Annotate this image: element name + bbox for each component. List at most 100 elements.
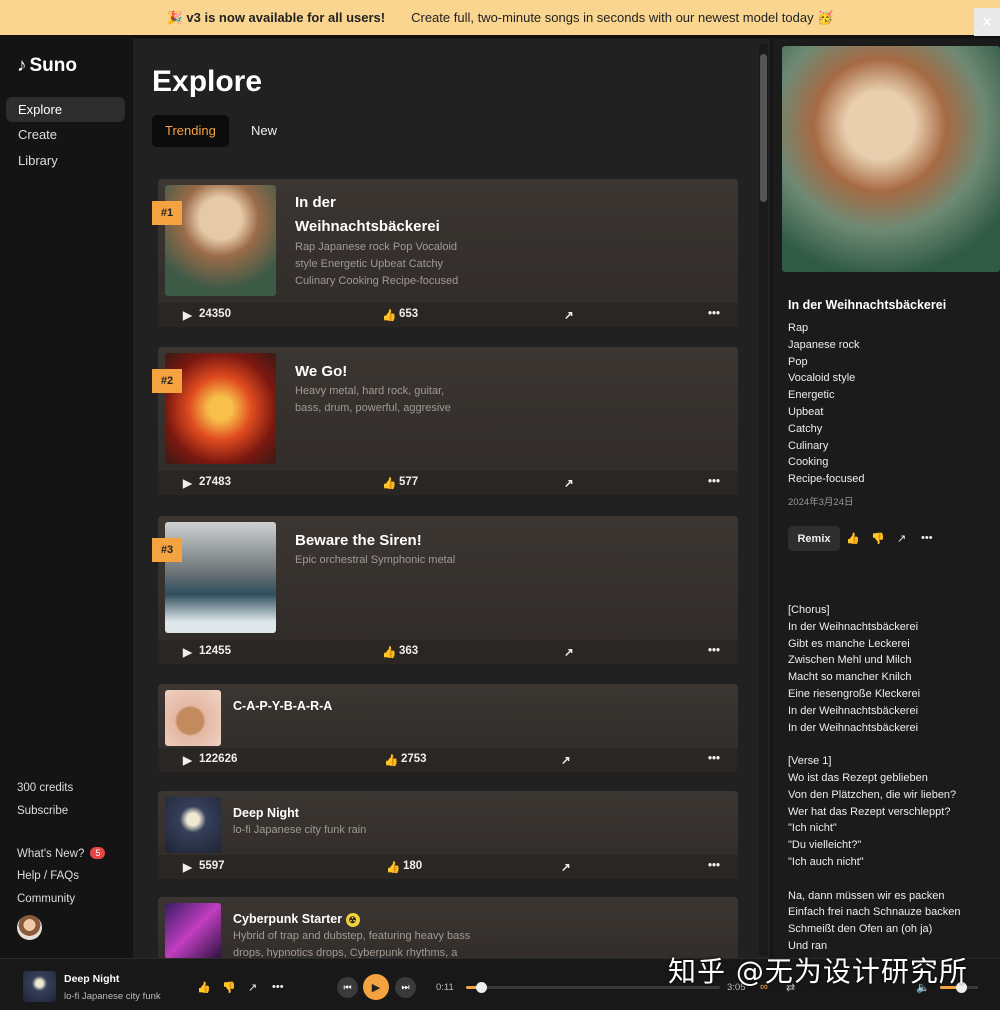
subscribe-link[interactable]: Subscribe — [17, 805, 68, 817]
avatar[interactable] — [17, 915, 42, 940]
dislike-icon[interactable]: 👎 — [222, 981, 236, 994]
song-title[interactable]: We Go! — [295, 360, 347, 384]
music-note-icon: ♪ — [17, 55, 27, 76]
share-icon[interactable]: ↗ — [564, 645, 574, 659]
play-icon[interactable]: ▶ — [183, 753, 192, 767]
share-icon[interactable]: ↗ — [248, 981, 257, 994]
share-icon[interactable]: ↗ — [561, 753, 571, 767]
tab-trending[interactable]: Trending — [152, 115, 229, 147]
sidebar: ♪ Suno Explore Create Library 300 credits… — [0, 39, 133, 958]
song-card[interactable]: Cyberpunk Starter ☢ Hybrid of trap and d… — [158, 897, 738, 958]
tag: Vocaloid style — [788, 372, 856, 385]
player-tags: lo-fi Japanese city funk — [64, 991, 161, 1002]
like-icon[interactable]: 👍 — [382, 308, 396, 322]
song-card[interactable]: Deep Night lo-fi Japanese city funk rain… — [158, 791, 738, 879]
tag: Rap — [788, 322, 809, 334]
progress-knob[interactable] — [476, 982, 488, 993]
watermark: 知乎 @无为设计研究所 — [668, 955, 968, 988]
credits-label: 300 credits — [17, 782, 74, 794]
song-tags: Rap Japanese rock Pop Vocaloid style Ene… — [295, 241, 459, 287]
scrollbar-thumb[interactable] — [760, 54, 767, 202]
banner-headline: 🎉 v3 is now available for all users! — [166, 9, 386, 25]
share-icon[interactable]: ↗ — [564, 308, 574, 322]
song-stats-bar: ▶ 27483 👍 577 ↗ ••• — [158, 471, 738, 495]
announcement-banner: 🎉 v3 is now available for all users! Cre… — [0, 0, 1000, 37]
tag: Energetic — [788, 389, 835, 402]
tag: Upbeat — [788, 405, 824, 418]
detail-date: 2024年3月24日 — [788, 497, 854, 508]
play-button[interactable]: ▶ — [363, 974, 389, 1000]
like-count: 363 — [399, 645, 419, 657]
logo[interactable]: ♪ Suno — [17, 55, 77, 77]
sidebar-item-explore[interactable]: Explore — [6, 97, 125, 122]
player-title[interactable]: Deep Night — [64, 973, 119, 985]
scrollbar[interactable] — [759, 44, 768, 956]
like-icon[interactable]: 👍 — [382, 476, 396, 490]
next-icon[interactable]: ⏭ — [395, 977, 416, 998]
lyrics: [Chorus] In der Weihnachtsbäckerei Gibt … — [788, 604, 961, 952]
play-icon[interactable]: ▶ — [183, 645, 192, 659]
like-count: 577 — [399, 476, 419, 488]
like-icon[interactable]: 👍 — [197, 981, 211, 994]
song-title[interactable]: Beware the Siren! — [295, 529, 422, 553]
banner-text: Create full, two-minute songs in seconds… — [411, 9, 834, 25]
like-count: 180 — [403, 860, 423, 872]
song-title[interactable]: In der Weihnachtsbäckerei — [295, 191, 465, 239]
sidebar-item-library[interactable]: Library — [6, 148, 125, 173]
tag: Catchy — [788, 422, 823, 435]
like-icon[interactable]: 👍 — [382, 645, 396, 659]
play-count: 12455 — [199, 645, 231, 657]
play-count: 24350 — [199, 308, 231, 320]
notification-badge: 5 — [90, 847, 106, 859]
song-card[interactable]: #1 In der Weihnachtsbäckerei Rap Japanes… — [152, 179, 738, 327]
like-icon[interactable]: 👍 — [846, 532, 860, 545]
tag: Recipe-focused — [788, 473, 865, 486]
sidebar-item-create[interactable]: Create — [6, 122, 125, 147]
song-tags: Epic orchestral Symphonic metal — [295, 554, 456, 566]
song-cover-large — [782, 46, 1000, 272]
song-stats-bar: ▶ 12455 👍 363 ↗ ••• — [158, 640, 738, 664]
more-icon[interactable]: ••• — [708, 645, 720, 657]
community-link[interactable]: Community — [17, 893, 75, 905]
share-icon[interactable]: ↗ — [564, 476, 574, 490]
more-icon[interactable]: ••• — [272, 981, 284, 993]
previous-icon[interactable]: ⏮ — [337, 977, 358, 998]
play-icon[interactable]: ▶ — [183, 476, 192, 490]
rank-badge: #1 — [152, 201, 182, 225]
like-count: 653 — [399, 308, 419, 320]
player-cover[interactable] — [23, 971, 56, 1002]
more-icon[interactable]: ••• — [708, 860, 720, 872]
more-icon[interactable]: ••• — [708, 753, 720, 765]
more-icon[interactable]: ••• — [708, 308, 720, 320]
detail-tags: Rap Japanese rock Pop Vocaloid style Ene… — [788, 320, 864, 488]
share-icon[interactable]: ↗ — [897, 532, 906, 545]
song-cover[interactable] — [165, 797, 221, 853]
dislike-icon[interactable]: 👎 — [871, 532, 885, 545]
close-icon[interactable]: ✕ — [974, 8, 1000, 36]
elapsed-time: 0:11 — [436, 982, 454, 993]
song-cover[interactable] — [165, 903, 221, 958]
remix-button[interactable]: Remix — [788, 526, 840, 551]
help-link[interactable]: Help / FAQs — [17, 870, 79, 882]
more-icon[interactable]: ••• — [708, 476, 720, 488]
tab-new[interactable]: New — [238, 115, 290, 147]
song-cover[interactable] — [165, 690, 221, 746]
like-icon[interactable]: 👍 — [384, 753, 398, 767]
whats-new-link[interactable]: What's New? 5 — [17, 847, 106, 860]
tag: Pop — [788, 355, 808, 368]
tag: Cooking — [788, 456, 829, 469]
play-count: 5597 — [199, 860, 225, 872]
play-icon[interactable]: ▶ — [183, 860, 192, 874]
song-card[interactable]: #2 We Go! Heavy metal, hard rock, guitar… — [152, 347, 738, 495]
song-card[interactable]: #3 Beware the Siren! Epic orchestral Sym… — [152, 516, 738, 664]
song-tags: Heavy metal, hard rock, guitar, bass, dr… — [295, 385, 451, 414]
like-icon[interactable]: 👍 — [386, 860, 400, 874]
song-card[interactable]: C-A-P-Y-B-A-R-A ▶ 122626 👍 2753 ↗ ••• — [158, 684, 738, 772]
song-title[interactable]: C-A-P-Y-B-A-R-A — [233, 694, 332, 718]
more-icon[interactable]: ••• — [921, 532, 933, 544]
song-detail-panel: In der Weihnachtsbäckerei Rap Japanese r… — [773, 39, 1000, 958]
detail-title: In der Weihnachtsbäckerei — [788, 298, 947, 312]
share-icon[interactable]: ↗ — [561, 860, 571, 874]
play-icon[interactable]: ▶ — [183, 308, 192, 322]
tag: Culinary — [788, 439, 829, 452]
